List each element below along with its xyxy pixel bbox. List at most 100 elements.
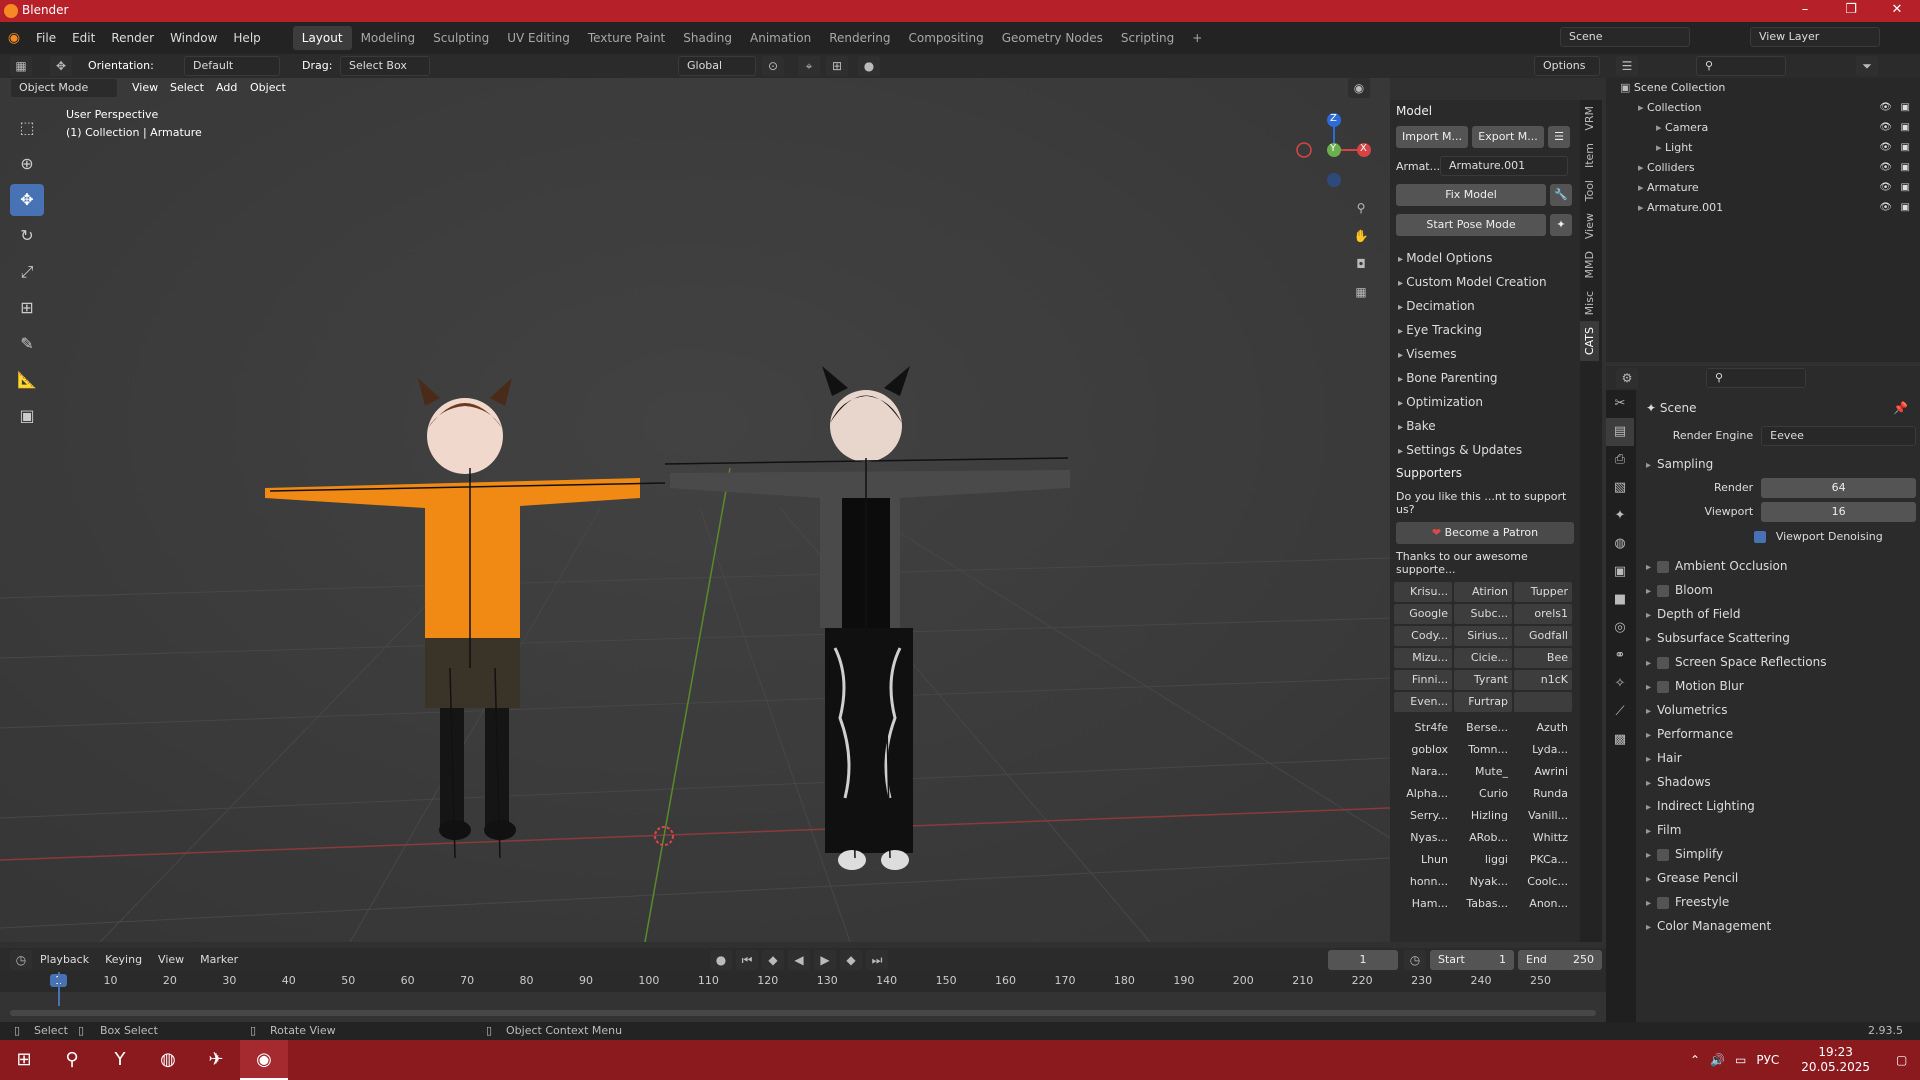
windows-start-icon[interactable]: ⊞ [0, 1040, 48, 1080]
menu-timeline-view[interactable]: View [150, 948, 192, 972]
menu-marker[interactable]: Marker [192, 948, 246, 972]
scale-tool-icon[interactable]: ⤢ [10, 256, 44, 288]
cursor-tool-icon[interactable]: ⊕ [10, 148, 44, 180]
supporter-item[interactable]: Godfall [1514, 626, 1572, 646]
menu-playback[interactable]: Playback [32, 948, 97, 972]
supporter-item[interactable]: Vanill... [1514, 806, 1572, 826]
supporter-item[interactable]: PKCa... [1514, 850, 1572, 870]
scene-tab-icon[interactable]: ✦ [1606, 502, 1634, 530]
rotate-tool-icon[interactable]: ↻ [10, 220, 44, 252]
tab-texture-paint[interactable]: Texture Paint [579, 26, 674, 50]
supporters-header[interactable]: Supporters [1390, 462, 1580, 484]
volume-icon[interactable]: 🔊 [1710, 1053, 1725, 1067]
minimize-button[interactable]: – [1782, 0, 1828, 22]
jump-end-icon[interactable]: ⏭ [866, 950, 888, 970]
section-checkbox[interactable] [1657, 896, 1670, 909]
play-icon[interactable]: ▶ [814, 950, 836, 970]
supporter-item[interactable]: Nara... [1394, 762, 1452, 782]
pan-hand-icon[interactable]: ✋ [1350, 226, 1372, 246]
render-section[interactable]: Freestyle [1646, 890, 1916, 914]
blender-menu-icon[interactable]: ◉ [0, 30, 28, 46]
supporter-item[interactable]: Serry... [1394, 806, 1452, 826]
timeline-editor-icon[interactable]: ◷ [10, 950, 32, 970]
editor-type-icon[interactable]: ▦ [10, 56, 32, 76]
pose-icon[interactable]: ✦ [1550, 214, 1572, 236]
supporter-item[interactable]: Subc... [1454, 604, 1512, 624]
section-checkbox[interactable] [1657, 680, 1670, 693]
viewport-denoising-checkbox[interactable] [1754, 530, 1766, 543]
outliner-row[interactable]: ▸ Camera 👁 ▣ [1606, 118, 1920, 138]
expand-arrow-icon[interactable]: ▸ [1638, 161, 1647, 174]
section-model-options[interactable]: Model Options [1390, 246, 1580, 270]
tool-tab-icon[interactable]: ✂ [1606, 390, 1634, 418]
supporter-item[interactable]: Sirius... [1454, 626, 1512, 646]
ortho-grid-icon[interactable]: ▦ [1350, 282, 1372, 302]
end-frame-field[interactable]: End 250 [1518, 950, 1602, 970]
maximize-button[interactable]: ❐ [1828, 0, 1874, 22]
tab-uv-editing[interactable]: UV Editing [498, 26, 579, 50]
section-checkbox[interactable] [1657, 560, 1670, 573]
supporter-item[interactable]: Berse... [1454, 718, 1512, 738]
menu-edit[interactable]: Edit [64, 26, 103, 50]
render-toggle-icon[interactable]: ▣ [1901, 98, 1910, 118]
network-icon[interactable]: ▭ [1735, 1053, 1746, 1067]
menu-add[interactable]: Add [216, 81, 237, 94]
section-eye-tracking[interactable]: Eye Tracking [1390, 318, 1580, 342]
supporter-item[interactable]: Cody... [1394, 626, 1452, 646]
visibility-eye-icon[interactable]: 👁 [1879, 118, 1892, 138]
outliner-row[interactable]: ▸ Colliders 👁 ▣ [1606, 158, 1920, 178]
transform-tool-icon[interactable]: ✥ [50, 56, 72, 76]
supporter-item[interactable] [1514, 692, 1572, 712]
move-tool-icon[interactable]: ✥ [10, 184, 44, 216]
drag-dropdown[interactable]: Select Box [340, 56, 430, 76]
supporter-item[interactable]: Anon... [1514, 894, 1572, 914]
zoom-icon[interactable]: ⚲ [1350, 198, 1372, 218]
tab-tool[interactable]: Tool [1580, 174, 1599, 207]
outliner-row[interactable]: ▸ Armature 👁 ▣ [1606, 178, 1920, 198]
viewport-denoising-row[interactable]: Viewport Denoising [1646, 524, 1916, 548]
tab-compositing[interactable]: Compositing [899, 26, 992, 50]
section-bone-parenting[interactable]: Bone Parenting [1390, 366, 1580, 390]
tab-rendering[interactable]: Rendering [820, 26, 899, 50]
supporter-item[interactable]: Tomn... [1454, 740, 1512, 760]
render-section[interactable]: Film [1646, 818, 1916, 842]
menu-help[interactable]: Help [225, 26, 268, 50]
section-settings-updates[interactable]: Settings & Updates [1390, 438, 1580, 462]
tab-shading[interactable]: Shading [674, 26, 741, 50]
visibility-eye-icon[interactable]: 👁 [1879, 98, 1892, 118]
supporter-item[interactable]: Tupper [1514, 582, 1572, 602]
supporter-item[interactable]: Krisu... [1394, 582, 1452, 602]
menu-window[interactable]: Window [162, 26, 225, 50]
supporter-item[interactable]: Hizling [1454, 806, 1512, 826]
supporter-item[interactable]: Alpha... [1394, 784, 1452, 804]
render-section[interactable]: Screen Space Reflections [1646, 650, 1916, 674]
supporter-item[interactable]: ARob... [1454, 828, 1512, 848]
supporter-item[interactable]: Lyda... [1514, 740, 1572, 760]
navigation-gizmo[interactable]: Z X Y [1292, 108, 1372, 188]
transform-tool-icon[interactable]: ⊞ [10, 292, 44, 324]
record-icon[interactable]: ● [710, 950, 732, 970]
render-toggle-icon[interactable]: ▣ [1901, 178, 1910, 198]
supporter-item[interactable]: Mizu... [1394, 648, 1452, 668]
menu-view[interactable]: View [132, 81, 158, 94]
supporter-item[interactable]: Lhun [1394, 850, 1452, 870]
collection-tab-icon[interactable]: ▣ [1606, 558, 1634, 586]
render-section[interactable]: Simplify [1646, 842, 1916, 866]
supporter-item[interactable]: Coolc... [1514, 872, 1572, 892]
tab-item[interactable]: Item [1580, 137, 1599, 174]
annotate-tool-icon[interactable]: ✎ [10, 328, 44, 360]
camera-view-icon[interactable]: ◘ [1350, 254, 1372, 274]
tray-expand-icon[interactable]: ⌃ [1690, 1053, 1700, 1067]
tab-animation[interactable]: Animation [741, 26, 820, 50]
blender-taskbar-icon[interactable]: ◉ [240, 1040, 288, 1080]
measure-tool-icon[interactable]: 📐 [10, 364, 44, 396]
supporter-item[interactable]: liggi [1454, 850, 1512, 870]
supporter-item[interactable]: Nyak... [1454, 872, 1512, 892]
select-box-tool-icon[interactable]: ⬚ [10, 112, 44, 144]
view-layer-tab-icon[interactable]: ▧ [1606, 474, 1634, 502]
tab-misc[interactable]: Misc [1580, 285, 1599, 321]
render-section[interactable]: Subsurface Scattering [1646, 626, 1916, 650]
outliner-row[interactable]: ▸ Collection 👁 ▣ [1606, 98, 1920, 118]
playhead[interactable] [58, 972, 60, 1006]
supporter-item[interactable]: Azuth [1514, 718, 1572, 738]
